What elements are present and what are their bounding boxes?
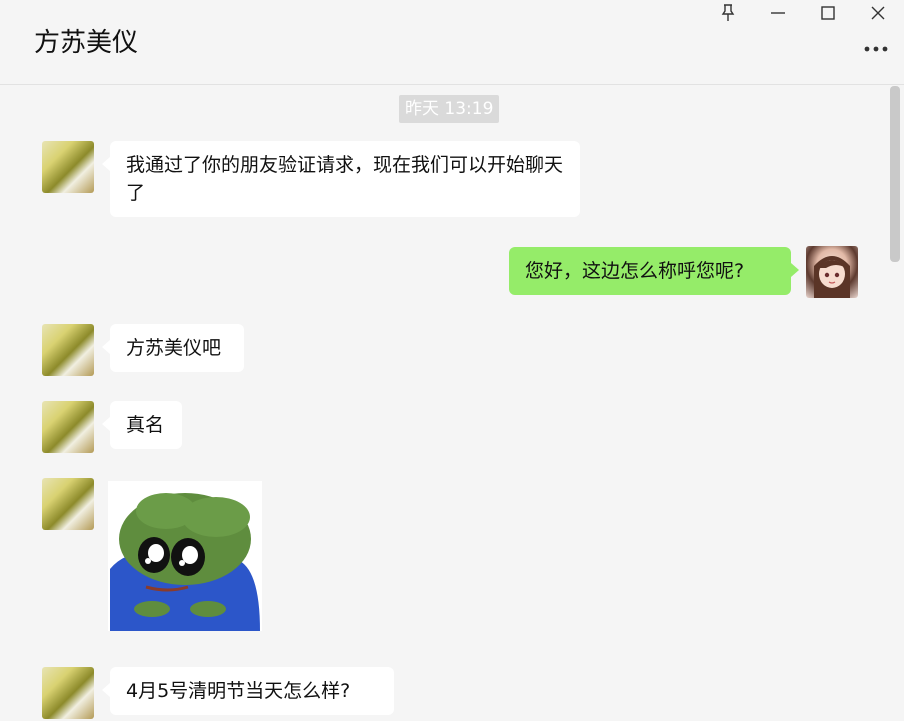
contact-avatar[interactable] [42, 324, 94, 376]
contact-avatar[interactable] [42, 141, 94, 193]
avatar-illustration [814, 256, 850, 298]
close-button[interactable] [858, 0, 898, 26]
pin-icon [721, 4, 735, 21]
message-text: 您好，这边怎么称呼您呢? [525, 260, 745, 282]
message-bubble-incoming[interactable]: 真名 [102, 401, 182, 449]
title-bar: 方苏美仪 [0, 0, 904, 85]
message-timestamp: 昨天 13:19 [399, 95, 500, 123]
message-bubble-incoming[interactable]: 我通过了你的朋友验证请求，现在我们可以开始聊天了 [102, 141, 580, 217]
close-icon [871, 6, 885, 20]
contact-avatar[interactable] [42, 667, 94, 719]
more-options-button[interactable] [862, 38, 890, 60]
contact-avatar[interactable] [42, 401, 94, 453]
pepe-frog-illustration [108, 481, 262, 631]
message-bubble-incoming[interactable]: 方苏美仪吧 [102, 324, 244, 372]
pepe-frog-sticker[interactable] [108, 481, 262, 631]
minimize-icon [771, 12, 785, 14]
message-bubble-incoming[interactable]: 4月5号清明节当天怎么样? [102, 667, 394, 715]
message-text: 方苏美仪吧 [126, 337, 222, 359]
my-avatar[interactable] [806, 246, 858, 298]
minimize-button[interactable] [758, 0, 798, 26]
message-text: 我通过了你的朋友验证请求，现在我们可以开始聊天了 [126, 154, 564, 204]
chat-window: 方苏美仪 昨天 13:19 我通过了你的朋友验证请求，现在我们可以开始聊天了 您… [0, 0, 904, 721]
contact-avatar[interactable] [42, 478, 94, 530]
pin-button[interactable] [708, 0, 748, 26]
maximize-button[interactable] [808, 0, 848, 26]
message-text: 真名 [126, 414, 165, 436]
message-bubble-outgoing[interactable]: 您好，这边怎么称呼您呢? [509, 247, 799, 295]
chat-title: 方苏美仪 [34, 28, 139, 58]
maximize-icon [821, 6, 835, 20]
more-horizontal-icon [864, 46, 888, 52]
scrollbar-thumb[interactable] [890, 86, 900, 262]
message-text: 4月5号清明节当天怎么样? [126, 680, 351, 702]
